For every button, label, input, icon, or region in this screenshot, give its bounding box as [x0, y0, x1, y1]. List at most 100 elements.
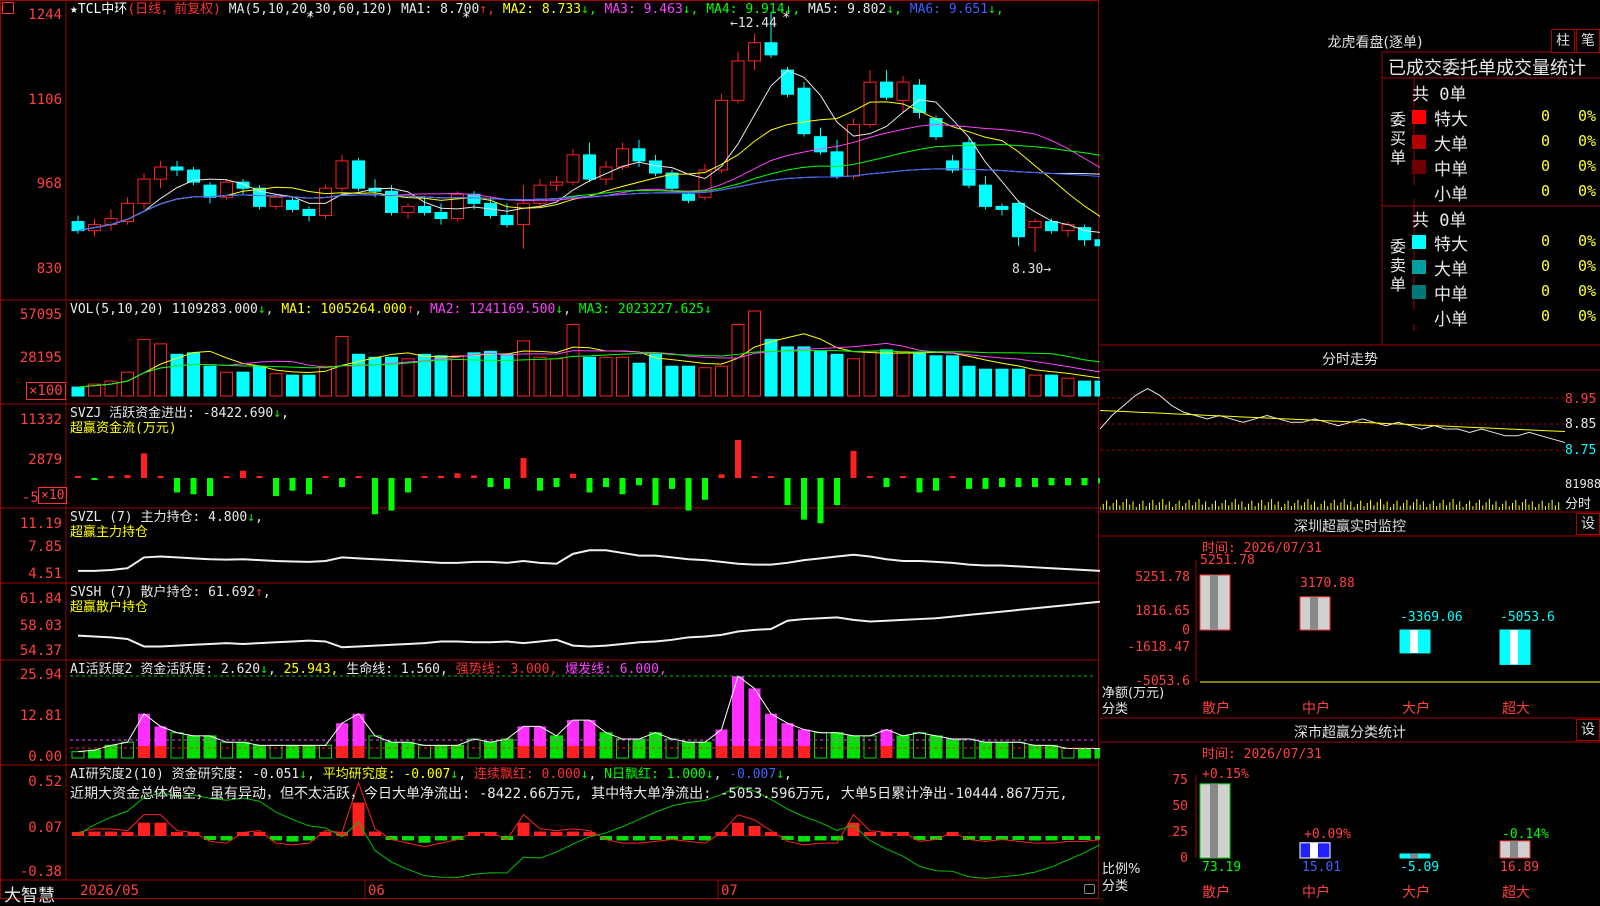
volume-bar: [830, 353, 844, 397]
ai-active-bar: [401, 741, 415, 759]
svzj-bar: [256, 476, 263, 478]
ai-active-bar: [121, 741, 134, 759]
ai-research-bar: [1012, 836, 1025, 840]
svzj-bar: [982, 478, 989, 489]
ai-research-bar: [732, 822, 744, 836]
ai-research-tick: -0.38: [19, 864, 62, 880]
ai-active-bar: [665, 738, 679, 759]
svzj-bar: [157, 476, 164, 478]
svzj-bar: [718, 474, 725, 478]
svzj-bar: [273, 478, 279, 497]
order-count: 0: [1540, 182, 1550, 200]
volume-bar: [979, 368, 992, 397]
ai-active-bar: [649, 732, 662, 759]
svzj-bar: [603, 478, 609, 488]
ai-active-bar: [1028, 744, 1042, 759]
ai-active-bar: [995, 741, 1009, 759]
ai-research-bar: [352, 802, 365, 836]
svzj-bar: [520, 458, 527, 478]
volume-bar: [1078, 380, 1091, 397]
left-chart-svg: * * *: [0, 0, 1100, 900]
svzj-bar: [966, 478, 972, 489]
volume-bar: [533, 356, 547, 397]
stock-star: ★: [70, 2, 78, 17]
intraday-title: 分时走势: [1322, 352, 1378, 368]
svzl-header: SVZL (7) 主力持仓: 4.800↓,: [70, 510, 263, 525]
tick-mode-button[interactable]: 笔: [1576, 29, 1600, 53]
class-bottom-label: 73.19: [1202, 860, 1242, 875]
stat-title: 已成交委托单成交量统计: [1388, 58, 1586, 79]
ai-active-bar: [220, 741, 233, 759]
candle-body: [995, 205, 1009, 210]
date-tick: 07: [721, 883, 738, 899]
class-settings-button[interactable]: 设: [1576, 719, 1600, 741]
ai-active-bar: [765, 713, 777, 746]
candle-body: [583, 154, 596, 180]
monitor-category-label: 散户: [1202, 701, 1230, 717]
monitor-settings-button[interactable]: 设: [1576, 513, 1600, 535]
price-tick: 968: [36, 176, 62, 192]
monitor-category-label: 超大: [1502, 701, 1530, 717]
volume-bar: [1012, 368, 1025, 397]
ai-active-bar: [451, 744, 464, 759]
class-top-label: +0.15%: [1202, 767, 1249, 782]
vol-header: VOL(5,10,20) 1109283.000↓, MA1: 1005264.…: [70, 302, 712, 317]
svzj-bar: [636, 478, 642, 486]
ai-research-bar: [864, 832, 876, 836]
candle-body: [797, 87, 811, 135]
ai-research-bar: [435, 836, 447, 841]
lock-icon[interactable]: [1084, 884, 1095, 894]
candle-body: [1012, 202, 1025, 238]
svzj-unit: ×10: [38, 487, 68, 504]
ai-research-bar: [616, 836, 629, 841]
ai-research-bar: [1078, 836, 1091, 840]
ai-research-bar: [534, 831, 546, 836]
svzj-bar: [702, 478, 708, 500]
volume-bar: [154, 343, 167, 397]
ai-active-bar: [1078, 748, 1091, 759]
volume-bar: [286, 374, 299, 397]
order-size-swatch: [1412, 160, 1426, 174]
ai-research-bar: [781, 836, 794, 840]
svzj-bar: [289, 478, 296, 491]
order-size-swatch: [1412, 310, 1426, 324]
buy-total: 共 0单: [1412, 85, 1467, 105]
svzj-bar: [75, 476, 81, 478]
svzj-bar: [867, 476, 873, 478]
ai-active-bar: [979, 741, 992, 759]
svzj-bar: [735, 440, 741, 478]
candle-body: [170, 166, 184, 171]
svzj-bar: [817, 478, 824, 524]
ai-active-bar: [814, 732, 827, 759]
class-category-label: 散户: [1202, 885, 1230, 901]
order-size-swatch: [1412, 285, 1426, 299]
vol-unit: ×100: [26, 382, 66, 400]
order-size-swatch: [1412, 260, 1426, 274]
ai-research-header: AI研究度2(10) 资金研究度: -0.051↓, 平均研究度: -0.007…: [70, 767, 792, 782]
volume-bar: [632, 362, 646, 397]
volume-bar: [616, 356, 629, 397]
order-size-label: 中单: [1434, 160, 1468, 180]
candle-body: [764, 42, 778, 56]
ai-research-bar: [633, 836, 645, 841]
ai-active-bar: [236, 741, 250, 759]
svzj-bar: [669, 478, 675, 489]
order-pct: 0%: [1577, 232, 1596, 250]
candle-body: [566, 154, 580, 183]
candle-body: [748, 42, 761, 62]
svzl-tick: 7.85: [28, 539, 62, 555]
trend-arrow: ↓,: [784, 2, 801, 17]
ai-active-bar: [748, 688, 761, 746]
ai-active-bar: [203, 735, 217, 759]
sell-total: 共 0单: [1412, 211, 1467, 231]
svzj-bar: [685, 478, 692, 511]
corner-box[interactable]: [2, 2, 14, 14]
ai-research-tick: 0.52: [28, 774, 62, 790]
volume-layer: [71, 310, 1100, 397]
ai-active-bar: [104, 744, 118, 759]
bar-mode-button[interactable]: 柱: [1551, 29, 1575, 53]
svzj-bar: [174, 478, 180, 493]
trend-arrow: ↓,: [886, 2, 902, 17]
candle-body: [517, 202, 530, 226]
candles-layer: [71, 13, 1100, 252]
